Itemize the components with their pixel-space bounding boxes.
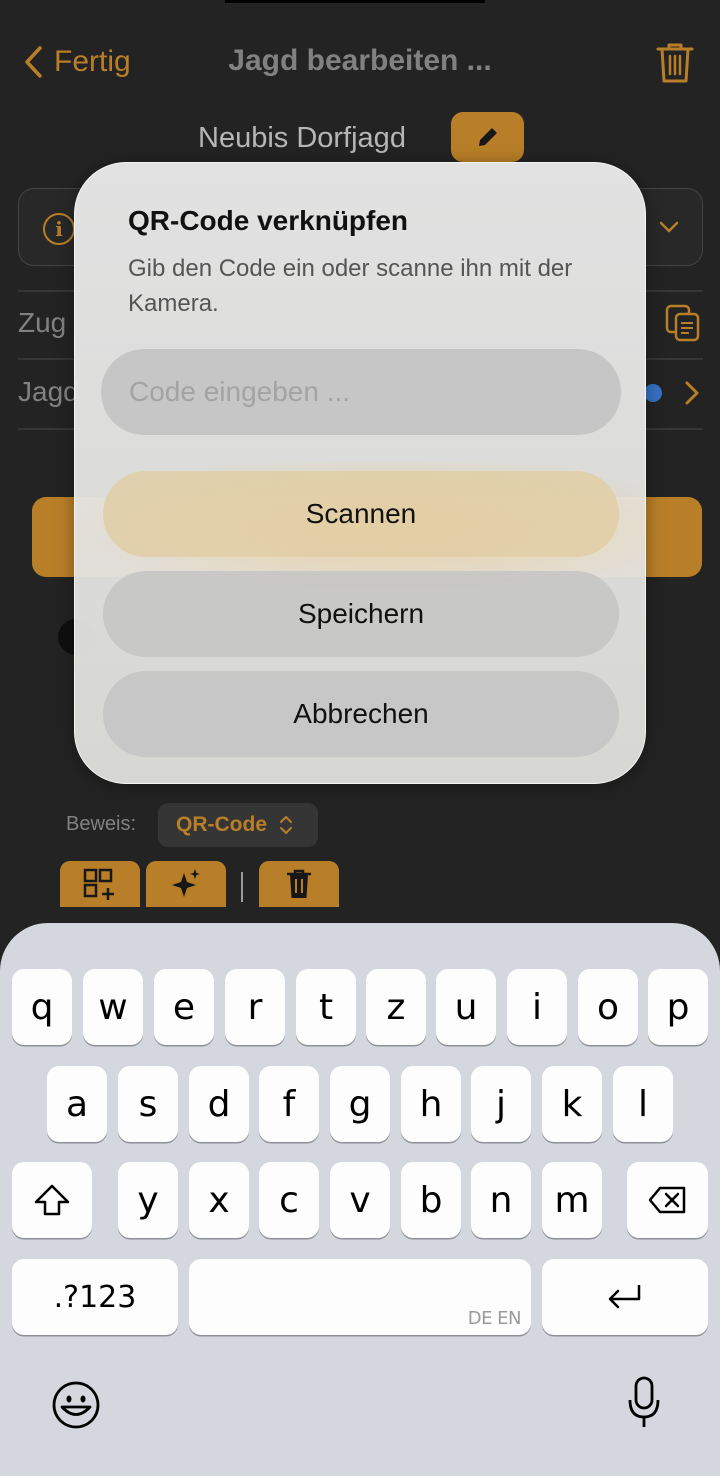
key-v[interactable]: v (330, 1162, 390, 1238)
key-w[interactable]: w (83, 969, 143, 1045)
key-x[interactable]: x (189, 1162, 249, 1238)
key-p[interactable]: p (648, 969, 708, 1045)
return-icon (608, 1285, 641, 1309)
space-key[interactable]: DE EN (189, 1259, 531, 1335)
key-o[interactable]: o (578, 969, 638, 1045)
key-i[interactable]: i (507, 969, 567, 1045)
key-b[interactable]: b (401, 1162, 461, 1238)
language-hint: DE EN (467, 1308, 522, 1329)
key-s[interactable]: s (118, 1066, 178, 1142)
key-z[interactable]: z (366, 969, 426, 1045)
key-k[interactable]: k (542, 1066, 602, 1142)
keyboard: q w e r t z u i o p a s d f g h j k l y … (0, 923, 720, 1476)
microphone-icon[interactable] (626, 1375, 662, 1431)
qr-link-dialog: QR-Code verknüpfen Gib den Code ein oder… (74, 162, 646, 784)
code-input[interactable] (101, 349, 621, 435)
shift-key[interactable] (12, 1162, 92, 1238)
key-l[interactable]: l (613, 1066, 673, 1142)
shift-icon (34, 1184, 70, 1216)
dialog-message: Gib den Code ein oder scanne ihn mit der… (128, 255, 573, 317)
key-e[interactable]: e (154, 969, 214, 1045)
key-f[interactable]: f (259, 1066, 319, 1142)
cancel-button[interactable]: Abbrechen (103, 671, 619, 757)
key-j[interactable]: j (471, 1066, 531, 1142)
backspace-icon (648, 1186, 685, 1214)
key-q[interactable]: q (12, 969, 72, 1045)
key-g[interactable]: g (330, 1066, 390, 1142)
key-m[interactable]: m (542, 1162, 602, 1238)
key-d[interactable]: d (189, 1066, 249, 1142)
key-c[interactable]: c (259, 1162, 319, 1238)
key-n[interactable]: n (471, 1162, 531, 1238)
backspace-key[interactable] (627, 1162, 708, 1238)
scan-button[interactable]: Scannen (103, 471, 619, 557)
emoji-icon[interactable] (51, 1380, 101, 1430)
numbers-key[interactable]: .?123 (12, 1259, 178, 1335)
dialog-title: QR-Code verknüpfen (128, 205, 409, 236)
save-button[interactable]: Speichern (103, 571, 619, 657)
key-t[interactable]: t (296, 969, 356, 1045)
key-u[interactable]: u (436, 969, 496, 1045)
key-a[interactable]: a (47, 1066, 107, 1142)
key-y[interactable]: y (118, 1162, 178, 1238)
key-h[interactable]: h (401, 1066, 461, 1142)
key-r[interactable]: r (225, 969, 285, 1045)
return-key[interactable] (542, 1259, 708, 1335)
